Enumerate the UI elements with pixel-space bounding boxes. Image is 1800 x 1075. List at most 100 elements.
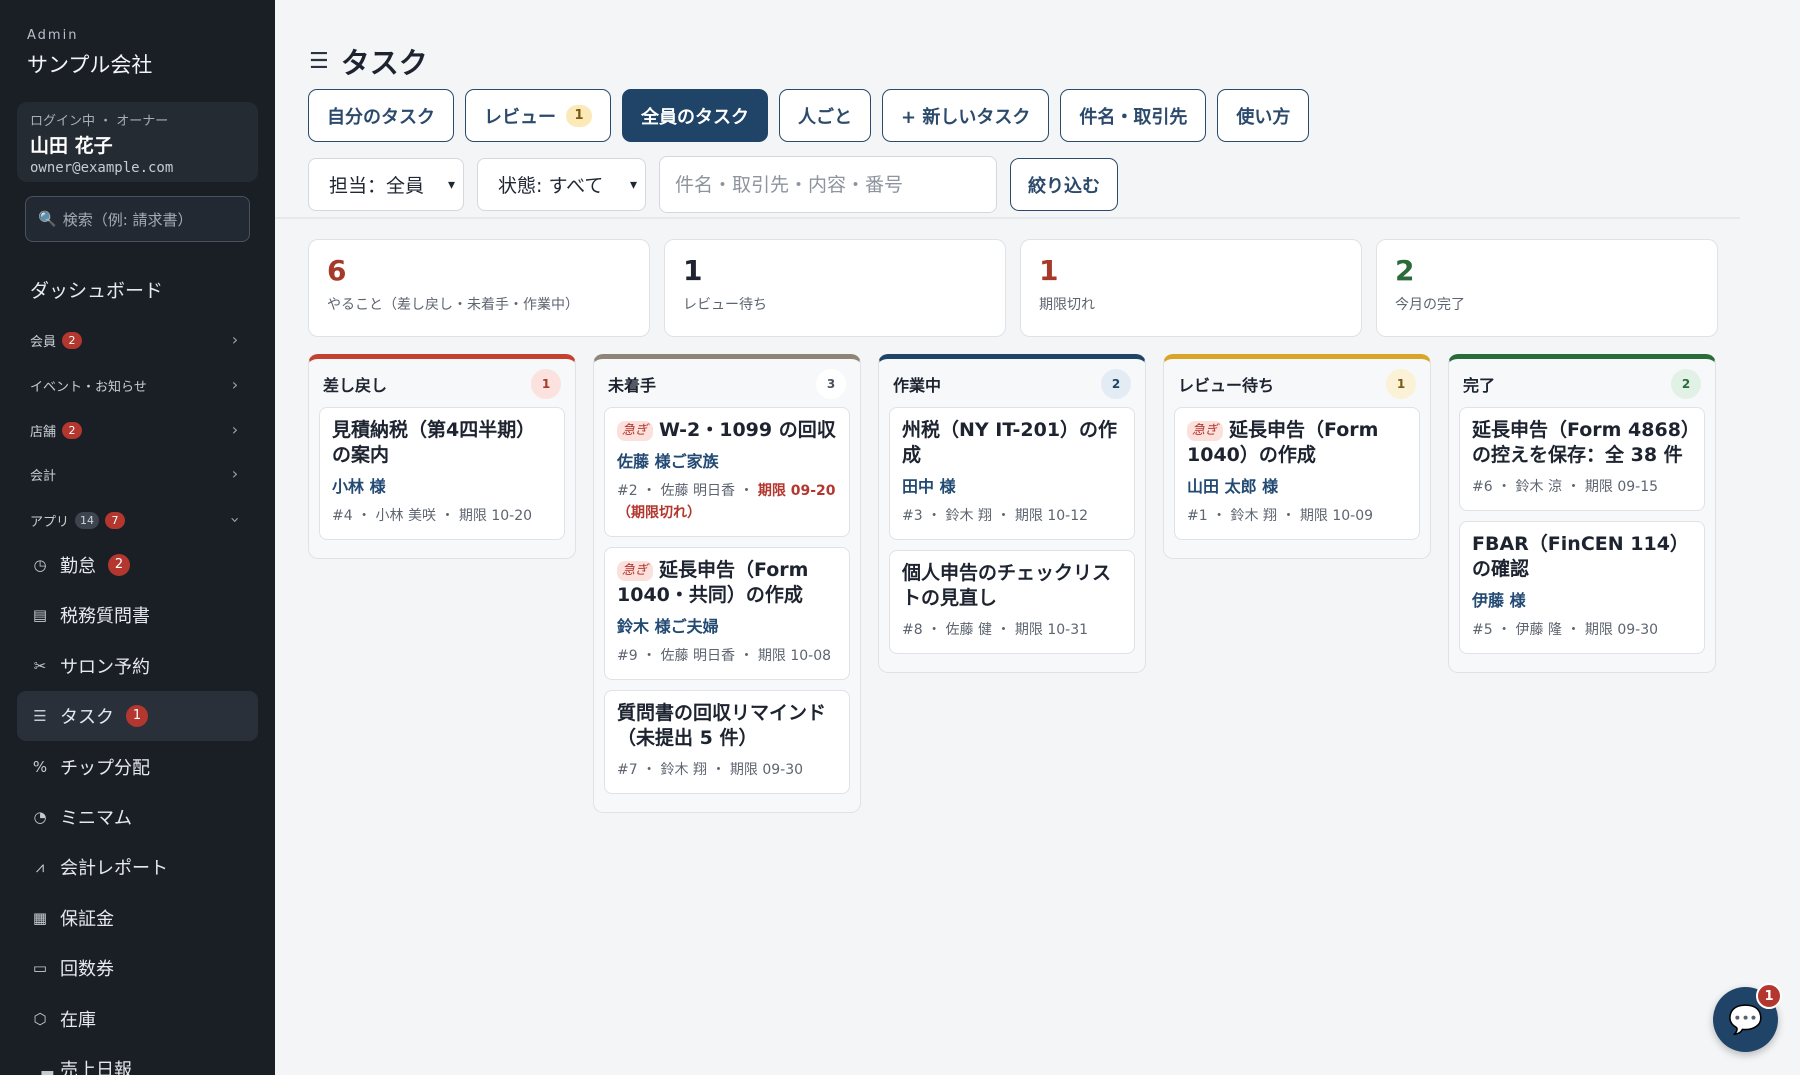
sidebar-item-label: 保証金: [60, 909, 114, 930]
task-meta: #2 ・ 佐藤 明日香 ・ 期限 09-20（期限切れ）: [617, 480, 837, 524]
chevron-down-icon: ›: [226, 516, 245, 524]
chevron-down-icon: ▾: [629, 176, 637, 193]
user-name: 山田 花子: [30, 135, 113, 157]
column-header: 作業中 2: [889, 369, 1135, 399]
page-title: ☰ タスク: [309, 40, 428, 82]
task-meta-text: #8 ・ 佐藤 健 ・ 期限 10-31: [902, 622, 1089, 638]
task-card[interactable]: FBAR（FinCEN 114）の確認 伊藤 様 #5 ・ 伊藤 隆 ・ 期限 09…: [1459, 521, 1705, 654]
column-in-progress: 作業中 2 州税（NY IT-201）の作成田中 様 #3 ・ 鈴木 翔 ・ 期限 1…: [878, 354, 1146, 673]
task-meta: #8 ・ 佐藤 健 ・ 期限 10-31: [902, 619, 1122, 641]
sidebar-item-dashboard[interactable]: ダッシュボード: [30, 276, 163, 303]
company-name[interactable]: サンプル会社: [27, 49, 152, 79]
sidebar-item-label: 回数券: [60, 959, 114, 980]
task-title: 州税（NY IT-201）の作成: [902, 418, 1122, 468]
task-meta: #1 ・ 鈴木 翔 ・ 期限 10-09: [1187, 505, 1407, 527]
status-select[interactable]: 状態: すべて ▾: [477, 158, 646, 211]
new-task-button[interactable]: + 新しいタスク: [882, 89, 1050, 142]
tab-label: レビュー: [484, 106, 556, 128]
ticket-icon: ▭: [32, 959, 48, 977]
task-client-link[interactable]: 佐藤 様ご家族: [617, 448, 837, 472]
column-count-badge: 1: [531, 369, 561, 399]
sidebar-search-input[interactable]: 🔍 検索（例: 請求書）: [25, 196, 250, 242]
urgent-badge: 急ぎ: [617, 421, 654, 441]
box-icon: ⬡: [33, 1010, 47, 1028]
column-awaiting-review: レビュー待ち 1 急ぎ 延長申告（Form 1040）の作成 山田 太郎 様 #1 ・ 鈴…: [1163, 354, 1431, 559]
task-client-link[interactable]: 山田 太郎 様: [1187, 473, 1407, 497]
chat-badge: 1: [1756, 983, 1782, 1009]
sidebar-item-daily-sales[interactable]: ▁▃ 売上日報: [17, 1044, 258, 1075]
task-meta-text: #4 ・ 小林 美咲 ・ 期限 10-20: [332, 508, 533, 524]
count-badge: 2: [62, 331, 83, 349]
task-card[interactable]: 急ぎ 延長申告（Form 1040）の作成 山田 太郎 様 #1 ・ 鈴木 翔 ・ 期…: [1174, 407, 1420, 540]
assignee-select[interactable]: 担当：全員 ▾: [308, 158, 464, 211]
tab-review[interactable]: レビュー 1: [465, 89, 611, 142]
task-card[interactable]: 州税（NY IT-201）の作成田中 様 #3 ・ 鈴木 翔 ・ 期限 10-12: [889, 407, 1135, 540]
sidebar-item-coupon-tickets[interactable]: ▭ 回数券: [17, 943, 258, 993]
sidebar-item-tip-split[interactable]: % チップ分配: [17, 742, 258, 792]
sidebar-group-accounting[interactable]: 会計 ›: [30, 460, 245, 488]
tab-all-tasks[interactable]: 全員のタスク: [622, 89, 768, 142]
task-title: 延長申告（Form 4868）の控えを保存：全 38 件: [1472, 418, 1692, 468]
sidebar-item-label: 売上日報: [60, 1060, 132, 1075]
sidebar-item-label: 勤怠: [60, 556, 96, 577]
tab-my-tasks[interactable]: 自分のタスク: [308, 89, 454, 142]
task-card[interactable]: 急ぎ 延長申告（Form 1040・共同）の作成 鈴木 様ご夫婦 #9 ・ 佐藤 明日…: [604, 547, 850, 680]
help-button[interactable]: 使い方: [1217, 89, 1310, 142]
chat-bubble-icon: 💬: [1728, 1003, 1763, 1036]
task-client-link[interactable]: 伊藤 様: [1472, 587, 1692, 611]
stat-label: レビュー待ち: [683, 297, 767, 313]
count-badge: 2: [62, 421, 83, 439]
task-meta-text: #5 ・ 伊藤 隆 ・ 期限 09-30: [1472, 622, 1659, 638]
column-header: レビュー待ち 1: [1174, 369, 1420, 399]
task-client-link[interactable]: 鈴木 様ご夫婦: [617, 613, 837, 637]
admin-label: Admin: [27, 28, 79, 43]
sidebar-search-placeholder: 検索（例: 請求書）: [62, 210, 193, 229]
sidebar-group-apps[interactable]: アプリ 14 7 ›: [30, 506, 245, 534]
column-title: 作業中: [893, 376, 942, 395]
sidebar-group-stores[interactable]: 店舗 2 ›: [30, 416, 245, 444]
sidebar-item-tasks[interactable]: ☰ タスク 1: [17, 691, 258, 741]
task-card[interactable]: 個人申告のチェックリストの見直し #8 ・ 佐藤 健 ・ 期限 10-31: [889, 550, 1135, 654]
sidebar-item-minimum[interactable]: ◔ ミニマム: [17, 792, 258, 842]
sidebar-item-label: 会計レポート: [60, 858, 168, 879]
clock-icon: ◷: [33, 556, 47, 574]
sidebar-item-accounting-report[interactable]: ⩘ 会計レポート: [17, 842, 258, 892]
tab-by-person[interactable]: 人ごと: [779, 89, 871, 142]
stat-label: やること（差し戻し・未着手・作業中）: [327, 297, 579, 313]
sidebar-item-tax-questionnaire[interactable]: ▤ 税務質問書: [17, 590, 258, 640]
task-title: 急ぎ W-2・1099 の回収: [617, 418, 837, 443]
sidebar-group-members[interactable]: 会員 2 ›: [30, 326, 245, 354]
task-client-link[interactable]: 小林 様: [332, 473, 552, 497]
task-title-text: 見積納税（第4四半期）の案内: [332, 419, 536, 466]
sidebar-item-salon-booking[interactable]: ✂ サロン予約: [17, 641, 258, 691]
task-card[interactable]: 延長申告（Form 4868）の控えを保存：全 38 件 #6 ・ 鈴木 涼 ・ …: [1459, 407, 1705, 511]
sidebar-group-events[interactable]: イベント・お知らせ ›: [30, 371, 245, 399]
scissors-icon: ✂: [33, 657, 47, 675]
task-meta: #6 ・ 鈴木 涼 ・ 期限 09-15: [1472, 476, 1692, 498]
task-title: 急ぎ 延長申告（Form 1040・共同）の作成: [617, 558, 837, 608]
stat-card-overdue: 1 期限切れ: [1020, 239, 1362, 337]
task-title: 個人申告のチェックリストの見直し: [902, 561, 1122, 611]
divider: [275, 217, 1740, 219]
task-card[interactable]: 見積納税（第4四半期）の案内小林 様 #4 ・ 小林 美咲 ・ 期限 10-20: [319, 407, 565, 540]
task-title-text: 個人申告のチェックリストの見直し: [902, 562, 1112, 609]
column-count-badge: 2: [1671, 369, 1701, 399]
status-select-value: 状態: すべて: [498, 175, 604, 197]
tab-subject-client[interactable]: 件名・取引先: [1060, 89, 1207, 142]
sidebar-item-attendance[interactable]: ◷ 勤怠 2: [17, 540, 258, 590]
task-search-input[interactable]: [659, 156, 997, 213]
task-card[interactable]: 急ぎ W-2・1099 の回収 佐藤 様ご家族 #2 ・ 佐藤 明日香 ・ 期限 09…: [604, 407, 850, 537]
sidebar-item-deposit[interactable]: ▦ 保証金: [17, 893, 258, 943]
task-card[interactable]: 質問書の回収リマインド（未提出 5 件） #7 ・ 鈴木 翔 ・ 期限 09-30: [604, 690, 850, 794]
chevron-right-icon: ›: [231, 375, 239, 394]
filter-submit-button[interactable]: 絞り込む: [1010, 158, 1118, 211]
task-client-link[interactable]: 田中 様: [902, 473, 1122, 497]
checklist-icon: ☰: [309, 48, 329, 74]
column-returned: 差し戻し 1 見積納税（第4四半期）の案内 小林 様 #4 ・ 小林 美咲 ・ 期限 1…: [308, 354, 576, 559]
task-meta: #3 ・ 鈴木 翔 ・ 期限 10-12: [902, 505, 1122, 527]
sidebar-item-inventory[interactable]: ⬡ 在庫: [17, 994, 258, 1044]
sidebar-item-label: タスク: [60, 707, 114, 728]
task-title-text: 延長申告（Form 4868）の控えを保存：全 38 件: [1472, 419, 1691, 466]
urgent-badge: 急ぎ: [1187, 421, 1224, 441]
stat-value: 1: [1039, 254, 1059, 287]
